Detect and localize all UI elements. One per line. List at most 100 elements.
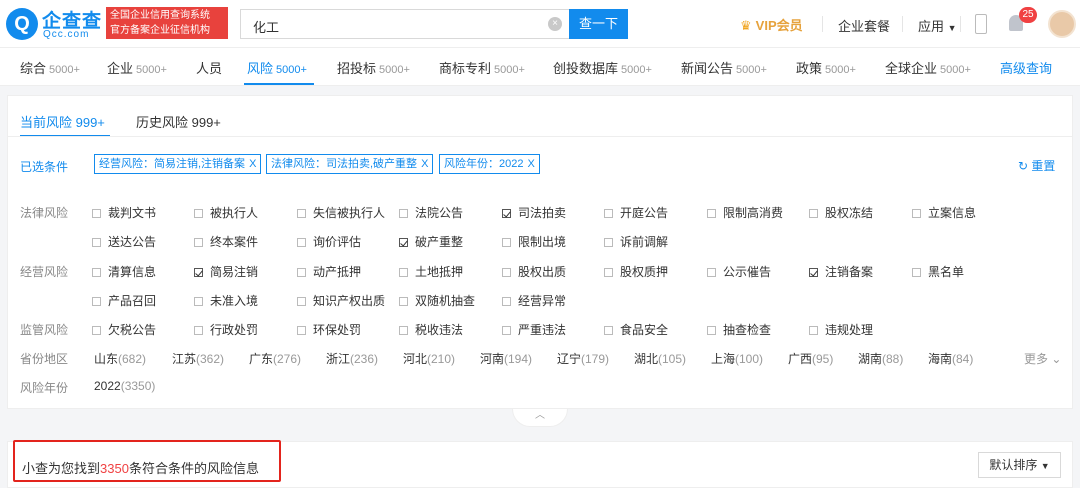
search-button[interactable]: 查一下 bbox=[569, 9, 628, 39]
checkbox-option[interactable]: 动产抵押 bbox=[297, 263, 361, 280]
province-option[interactable]: 河北(210) bbox=[403, 350, 455, 367]
checkbox-option[interactable]: 询价评估 bbox=[297, 233, 361, 250]
filter-chip[interactable]: 风险年份：2022 X bbox=[439, 154, 540, 174]
nav-tab-label: 商标专利 bbox=[439, 61, 492, 76]
checkbox-option[interactable]: 欠税公告 bbox=[92, 321, 156, 338]
checkbox-option[interactable]: 食品安全 bbox=[604, 321, 668, 338]
checkbox-icon bbox=[912, 268, 921, 277]
nav-tab-news[interactable]: 新闻公告 5000+ bbox=[681, 58, 767, 77]
province-option[interactable]: 山东(682) bbox=[94, 350, 146, 367]
reset-button[interactable]: ↻ 重置 bbox=[1018, 157, 1055, 174]
province-option[interactable]: 广东(276) bbox=[249, 350, 301, 367]
checkbox-option[interactable]: 裁判文书 bbox=[92, 204, 156, 221]
checkbox-option-checked[interactable]: 司法拍卖 bbox=[502, 204, 566, 221]
filter-chip[interactable]: 经营风险：简易注销,注销备案 X bbox=[94, 154, 262, 174]
checkbox-option[interactable]: 违规处理 bbox=[809, 321, 873, 338]
checkbox-option[interactable]: 终本案件 bbox=[194, 233, 258, 250]
checkbox-checked-icon bbox=[809, 268, 818, 277]
checkbox-option[interactable]: 股权出质 bbox=[502, 263, 566, 280]
checkbox-option[interactable]: 失信被执行人 bbox=[297, 204, 385, 221]
checkbox-option[interactable]: 土地抵押 bbox=[399, 263, 463, 280]
option-label: 被执行人 bbox=[210, 206, 259, 220]
nav-tab-count: 5000+ bbox=[136, 64, 167, 76]
search-input[interactable]: 化工 × bbox=[240, 9, 570, 39]
province-option[interactable]: 海南(84) bbox=[928, 350, 973, 367]
nav-tab-bidding[interactable]: 招投标 5000+ bbox=[337, 58, 410, 77]
option-label: 食品安全 bbox=[620, 323, 669, 337]
checkbox-icon bbox=[194, 238, 203, 247]
filter-chip[interactable]: 法律风险：司法拍卖,破产重整 X bbox=[266, 154, 434, 174]
checkbox-option[interactable]: 送达公告 bbox=[92, 233, 156, 250]
checkbox-option[interactable]: 行政处罚 bbox=[194, 321, 258, 338]
close-icon[interactable]: X bbox=[421, 158, 428, 170]
province-option[interactable]: 湖南(88) bbox=[858, 350, 903, 367]
checkbox-option[interactable]: 限制高消费 bbox=[707, 204, 783, 221]
checkbox-option[interactable]: 立案信息 bbox=[912, 204, 976, 221]
checkbox-option-checked[interactable]: 破产重整 bbox=[399, 233, 463, 250]
checkbox-option[interactable]: 抽查检查 bbox=[707, 321, 771, 338]
province-count: (88) bbox=[882, 352, 904, 366]
checkbox-option[interactable]: 法院公告 bbox=[399, 204, 463, 221]
nav-tab-global[interactable]: 全球企业 5000+ bbox=[885, 58, 971, 77]
checkbox-option[interactable]: 公示催告 bbox=[707, 263, 771, 280]
checkbox-option[interactable]: 被执行人 bbox=[194, 204, 258, 221]
nav-tab-label: 政策 bbox=[796, 61, 823, 76]
checkbox-option-checked[interactable]: 注销备案 bbox=[809, 263, 873, 280]
checkbox-option[interactable]: 产品召回 bbox=[92, 292, 156, 309]
province-option[interactable]: 辽宁(179) bbox=[557, 350, 609, 367]
nav-tab-risk[interactable]: 风险 5000+ bbox=[247, 58, 307, 77]
checkbox-option[interactable]: 限制出境 bbox=[502, 233, 566, 250]
checkbox-option[interactable]: 股权质押 bbox=[604, 263, 668, 280]
tab-history-risk[interactable]: 历史风险 999+ bbox=[136, 112, 221, 131]
checkbox-option[interactable]: 知识产权出质 bbox=[297, 292, 385, 309]
qcc-logo[interactable]: Q 企查查 Qcc.com bbox=[6, 6, 104, 42]
checkbox-option[interactable]: 环保处罚 bbox=[297, 321, 361, 338]
nav-tab-person[interactable]: 人员 bbox=[196, 58, 222, 77]
close-icon[interactable]: X bbox=[249, 158, 256, 170]
checkbox-option[interactable]: 未准入境 bbox=[194, 292, 258, 309]
logo-en: Qcc.com bbox=[43, 29, 90, 40]
province-option[interactable]: 湖北(105) bbox=[634, 350, 686, 367]
nav-tab-ip[interactable]: 商标专利 5000+ bbox=[439, 58, 525, 77]
phone-icon[interactable] bbox=[975, 14, 987, 34]
selected-conditions-label: 已选条件 bbox=[20, 160, 69, 174]
province-option[interactable]: 江苏(362) bbox=[172, 350, 224, 367]
nav-tab-overview[interactable]: 综合 5000+ bbox=[20, 58, 80, 77]
package-link[interactable]: 企业套餐 bbox=[838, 16, 890, 35]
year-option[interactable]: 2022(3350) bbox=[94, 379, 155, 393]
province-option[interactable]: 上海(100) bbox=[711, 350, 763, 367]
checkbox-option[interactable]: 股权冻结 bbox=[809, 204, 873, 221]
checkbox-option[interactable]: 清算信息 bbox=[92, 263, 156, 280]
province-option[interactable]: 河南(194) bbox=[480, 350, 532, 367]
province-option[interactable]: 浙江(236) bbox=[326, 350, 378, 367]
nav-tab-label: 全球企业 bbox=[885, 61, 938, 76]
advanced-search-link[interactable]: 高级查询 bbox=[1000, 58, 1052, 77]
chevron-down-icon: ⌄ bbox=[1051, 352, 1062, 366]
checkbox-option[interactable]: 开庭公告 bbox=[604, 204, 668, 221]
checkbox-checked-icon bbox=[399, 238, 408, 247]
app-menu[interactable]: 应用 ▼ bbox=[918, 16, 957, 35]
checkbox-option[interactable]: 黑名单 bbox=[912, 263, 964, 280]
clear-icon[interactable]: × bbox=[548, 17, 562, 31]
checkbox-option[interactable]: 经营异常 bbox=[502, 292, 566, 309]
avatar[interactable] bbox=[1048, 10, 1076, 38]
checkbox-option[interactable]: 税收违法 bbox=[399, 321, 463, 338]
tab-current-risk[interactable]: 当前风险 999+ bbox=[20, 112, 105, 131]
category-nav: 综合 5000+ 企业 5000+ 人员 风险 5000+ 招投标 5000+ 商标专利… bbox=[0, 48, 1080, 86]
nav-tab-policy[interactable]: 政策 5000+ bbox=[796, 58, 856, 77]
year-value: 2022 bbox=[94, 379, 121, 393]
sort-dropdown[interactable]: 默认排序 ▼ bbox=[978, 452, 1061, 478]
checkbox-option[interactable]: 严重违法 bbox=[502, 321, 566, 338]
vip-link[interactable]: ♛ VIP会员 bbox=[740, 15, 803, 34]
option-label: 税收违法 bbox=[415, 323, 464, 337]
more-provinces-button[interactable]: 更多 ⌄ bbox=[1024, 350, 1061, 367]
checkbox-option-checked[interactable]: 简易注销 bbox=[194, 263, 258, 280]
checkbox-option[interactable]: 诉前调解 bbox=[604, 233, 668, 250]
province-option[interactable]: 广西(95) bbox=[788, 350, 833, 367]
checkbox-option[interactable]: 双随机抽查 bbox=[399, 292, 475, 309]
nav-tab-company[interactable]: 企业 5000+ bbox=[107, 58, 167, 77]
nav-tab-count: 5000+ bbox=[49, 64, 80, 76]
close-icon[interactable]: X bbox=[527, 158, 534, 170]
collapse-panel-button[interactable]: ︿ bbox=[512, 409, 568, 427]
nav-tab-venture[interactable]: 创投数据库 5000+ bbox=[553, 58, 652, 77]
